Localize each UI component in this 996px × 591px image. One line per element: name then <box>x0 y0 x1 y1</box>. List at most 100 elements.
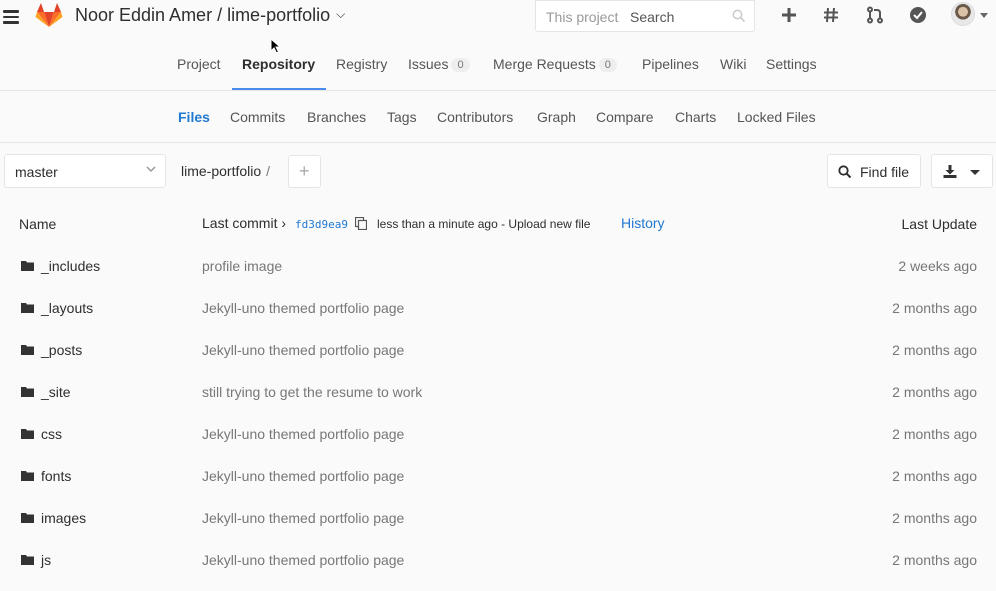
issues-count-badge: 0 <box>451 58 470 72</box>
search-icon <box>838 165 852 179</box>
folder-icon <box>21 513 34 523</box>
subtab-contributors[interactable]: Contributors <box>437 109 513 125</box>
subtab-charts[interactable]: Charts <box>675 109 716 125</box>
download-button[interactable] <box>931 154 993 188</box>
last-update-time: 2 weeks ago <box>898 258 977 274</box>
table-row[interactable]: fonts Jekyll-uno themed portfolio page 2… <box>0 456 996 498</box>
breadcrumb: lime-portfolio / <box>181 163 270 179</box>
file-name[interactable]: css <box>41 426 62 442</box>
todo-check-icon[interactable] <box>909 6 927 24</box>
commit-message[interactable]: Jekyll-uno themed portfolio page <box>202 342 404 358</box>
download-icon <box>943 165 957 178</box>
gitlab-logo-icon[interactable] <box>35 2 63 28</box>
hash-icon[interactable] <box>822 6 840 24</box>
commit-sha-link[interactable]: fd3d9ea9 <box>295 218 348 231</box>
merge-requests-count-badge: 0 <box>598 58 617 72</box>
last-update-time: 2 months ago <box>892 510 977 526</box>
breadcrumb-separator: / <box>266 163 271 179</box>
tab-pipelines[interactable]: Pipelines <box>642 56 699 72</box>
user-avatar[interactable] <box>951 2 975 26</box>
branch-select-value: master <box>15 164 58 180</box>
subtab-compare[interactable]: Compare <box>596 109 654 125</box>
subtab-graph[interactable]: Graph <box>537 109 576 125</box>
tab-project[interactable]: Project <box>177 56 221 72</box>
subtab-tags[interactable]: Tags <box>387 109 417 125</box>
last-update-time: 2 months ago <box>892 384 977 400</box>
hamburger-menu-icon[interactable] <box>3 10 19 24</box>
tab-repository[interactable]: Repository <box>242 56 315 72</box>
folder-icon <box>21 555 34 565</box>
folder-icon <box>21 387 34 397</box>
search-icon <box>732 9 746 23</box>
last-commit-label: Last commit <box>202 215 278 231</box>
subtab-branches[interactable]: Branches <box>307 109 366 125</box>
column-last-commit: Last commit › <box>202 215 287 231</box>
search-scope: This project <box>546 9 619 25</box>
commit-message[interactable]: Jekyll-uno themed portfolio page <box>202 552 404 568</box>
tab-settings[interactable]: Settings <box>766 56 817 72</box>
commit-message[interactable]: Jekyll-uno themed portfolio page <box>202 300 404 316</box>
search-placeholder: Search <box>630 9 675 25</box>
subtab-locked-files[interactable]: Locked Files <box>737 109 816 125</box>
table-row[interactable]: _layouts Jekyll-uno themed portfolio pag… <box>0 288 996 330</box>
last-update-time: 2 months ago <box>892 426 977 442</box>
chevron-down-icon[interactable] <box>980 13 988 18</box>
table-row[interactable]: _site still trying to get the resume to … <box>0 372 996 414</box>
history-link[interactable]: History <box>621 215 665 231</box>
chevron-down-icon: ⌵ <box>336 7 346 21</box>
commit-message[interactable]: Jekyll-uno themed portfolio page <box>202 468 404 484</box>
repository-subnav: Files Commits Branches Tags Contributors… <box>0 92 996 143</box>
file-name[interactable]: js <box>41 552 51 568</box>
branch-select[interactable]: master <box>4 154 166 188</box>
tab-registry[interactable]: Registry <box>336 56 387 72</box>
plus-icon[interactable] <box>780 6 798 24</box>
chevron-down-icon <box>146 166 156 173</box>
top-header: Noor Eddin Amer / lime-portfolio ⌵ This p… <box>0 0 996 37</box>
commit-message[interactable]: Jekyll-uno themed portfolio page <box>202 510 404 526</box>
breadcrumb-project[interactable]: lime-portfolio <box>181 163 261 179</box>
file-name[interactable]: images <box>41 510 86 526</box>
find-file-button[interactable]: Find file <box>827 154 921 188</box>
folder-icon <box>21 471 34 481</box>
last-commit-message: less than a minute ago - Upload new file <box>377 217 591 231</box>
mouse-cursor-icon <box>270 38 282 54</box>
clipboard-icon[interactable] <box>355 217 367 230</box>
subtab-files[interactable]: Files <box>178 109 210 125</box>
table-row[interactable]: images Jekyll-uno themed portfolio page … <box>0 498 996 540</box>
project-title-text: Noor Eddin Amer / lime-portfolio <box>75 5 331 25</box>
file-name[interactable]: _site <box>41 384 71 400</box>
file-name[interactable]: _posts <box>41 342 82 358</box>
table-row[interactable]: _posts Jekyll-uno themed portfolio page … <box>0 330 996 372</box>
search-input[interactable]: This project Search <box>535 0 755 32</box>
commit-message[interactable]: still trying to get the resume to work <box>202 384 422 400</box>
tab-merge-requests-label: Merge Requests <box>493 56 596 72</box>
commit-message[interactable]: profile image <box>202 258 282 274</box>
table-row[interactable]: _includes profile image 2 weeks ago <box>0 246 996 288</box>
tab-issues-label: Issues <box>408 56 449 72</box>
chevron-down-icon <box>970 170 980 175</box>
tree-header: Name Last commit › fd3d9ea9 less than a … <box>0 203 996 245</box>
last-update-time: 2 months ago <box>892 342 977 358</box>
plus-icon: + <box>299 161 310 181</box>
table-row[interactable]: css Jekyll-uno themed portfolio page 2 m… <box>0 414 996 456</box>
file-name[interactable]: _layouts <box>41 300 93 316</box>
project-title[interactable]: Noor Eddin Amer / lime-portfolio ⌵ <box>75 5 345 26</box>
file-name[interactable]: _includes <box>41 258 100 274</box>
file-name[interactable]: fonts <box>41 468 71 484</box>
last-update-time: 2 months ago <box>892 468 977 484</box>
folder-icon <box>21 303 34 313</box>
folder-icon <box>21 429 34 439</box>
subtab-commits[interactable]: Commits <box>230 109 285 125</box>
add-to-tree-button[interactable]: + <box>288 155 321 188</box>
tab-merge-requests[interactable]: Merge Requests 0 <box>493 56 617 72</box>
folder-icon <box>21 261 34 271</box>
commit-message[interactable]: Jekyll-uno themed portfolio page <box>202 426 404 442</box>
table-row[interactable]: js Jekyll-uno themed portfolio page 2 mo… <box>0 540 996 582</box>
tab-wiki[interactable]: Wiki <box>720 56 746 72</box>
tab-issues[interactable]: Issues 0 <box>408 56 470 72</box>
folder-icon <box>21 345 34 355</box>
last-update-time: 2 months ago <box>892 552 977 568</box>
merge-request-icon[interactable] <box>866 6 884 24</box>
column-name: Name <box>19 216 57 232</box>
last-update-time: 2 months ago <box>892 300 977 316</box>
